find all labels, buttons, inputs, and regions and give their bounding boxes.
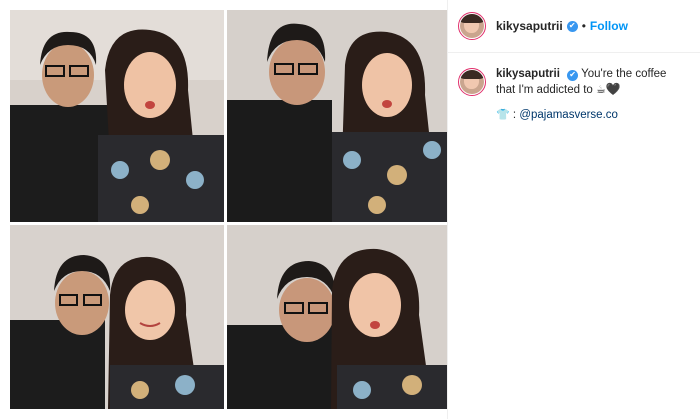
post-header: kikysaputrii ✔ • Follow bbox=[448, 0, 700, 53]
verified-icon: ✔ bbox=[566, 20, 578, 32]
caption-text-block: kikysaputrii ✔ You're the coffee that I'… bbox=[496, 67, 686, 123]
photo-top-left bbox=[10, 10, 224, 222]
instagram-post: kikysaputrii ✔ • Follow kikysaputrii ✔ Y… bbox=[0, 0, 700, 419]
post-side-panel: kikysaputrii ✔ • Follow kikysaputrii ✔ Y… bbox=[447, 0, 700, 419]
photo-bottom-right bbox=[227, 225, 447, 409]
caption-comment: kikysaputrii ✔ You're the coffee that I'… bbox=[448, 53, 700, 123]
separator-dot: • bbox=[581, 19, 586, 33]
mention-line: 👕 : @pajamasverse.co bbox=[496, 108, 686, 123]
caption-username[interactable]: kikysaputrii bbox=[496, 68, 560, 80]
mention-prefix: : bbox=[512, 109, 517, 121]
avatar[interactable] bbox=[458, 12, 486, 40]
mention-link[interactable]: @pajamasverse.co bbox=[519, 109, 618, 121]
shirt-icon: 👕 bbox=[496, 109, 510, 121]
photo-collage[interactable] bbox=[10, 10, 447, 409]
photo-bottom-left bbox=[10, 225, 224, 409]
coffee-cup-icon: ☕ bbox=[596, 84, 606, 96]
caption-verified-icon: ✔ bbox=[567, 69, 579, 81]
caption-avatar[interactable] bbox=[458, 68, 486, 96]
photo-top-right bbox=[227, 10, 447, 222]
header-username[interactable]: kikysaputrii bbox=[496, 19, 563, 33]
black-heart-icon: 🖤 bbox=[605, 82, 621, 96]
follow-button[interactable]: Follow bbox=[590, 19, 628, 33]
